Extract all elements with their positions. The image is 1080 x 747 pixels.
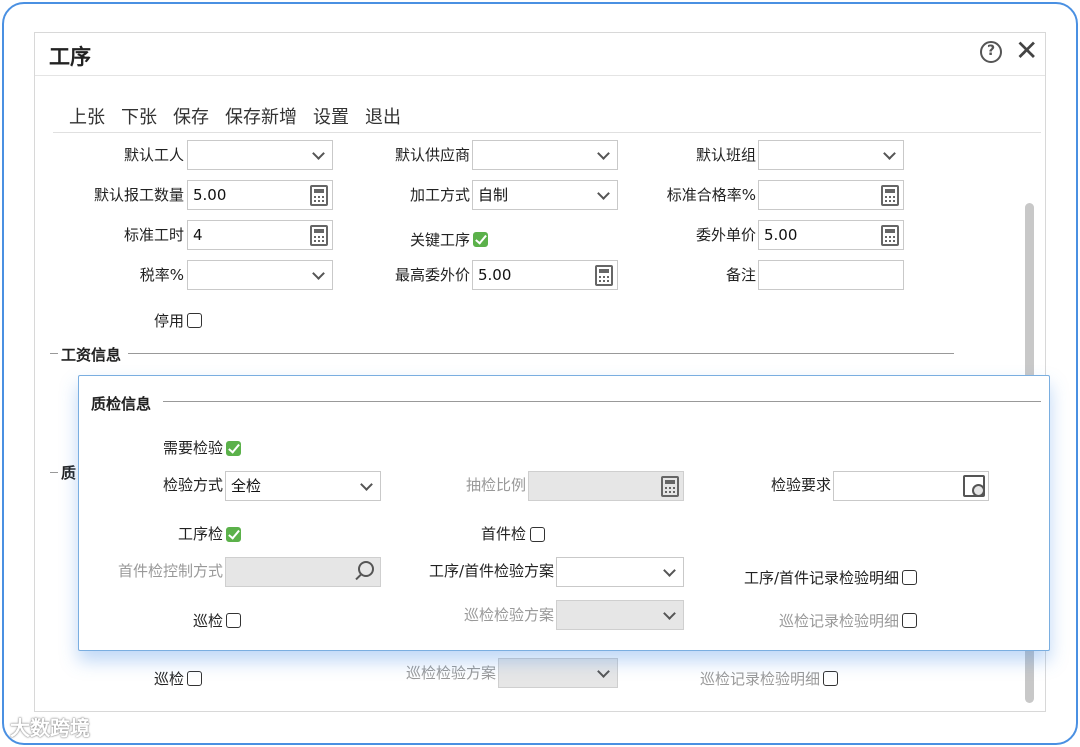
tax-rate-select[interactable] [187, 260, 333, 290]
patrol-record-detail-checkbox[interactable] [823, 671, 838, 686]
outsource-price-input[interactable]: 5.00 [758, 220, 904, 250]
first-control-label: 首件检控制方式 [117, 562, 223, 580]
tax-rate-label: 税率% [139, 266, 184, 284]
default-supplier-select[interactable] [472, 140, 618, 170]
remark-label: 备注 [725, 266, 756, 284]
search-icon[interactable] [358, 561, 374, 577]
dialog-title: 工序 [49, 45, 91, 69]
default-worker-label: 默认工人 [123, 146, 184, 164]
patrol-checkbox[interactable] [187, 671, 202, 686]
patrol-plan-label: 巡检检验方案 [405, 664, 496, 682]
patrol-plan-select[interactable] [498, 658, 618, 688]
section-rule-left [50, 353, 58, 354]
process-first-record-label: 工序/首件记录检验明细 [743, 569, 899, 587]
std-pass-rate-input[interactable] [758, 180, 904, 210]
std-hours-input[interactable]: 4 [187, 220, 333, 250]
chevron-down-icon [312, 147, 325, 160]
default-team-label: 默认班组 [695, 146, 756, 164]
sample-ratio-label: 抽检比例 [465, 476, 526, 494]
patrol-label: 巡检 [153, 670, 184, 688]
title-divider [35, 75, 1045, 76]
disabled-checkbox[interactable] [187, 313, 202, 328]
std-hours-label: 标准工时 [123, 226, 184, 244]
sample-ratio-input[interactable] [528, 471, 684, 501]
qc-patrol-record-label: 巡检记录检验明细 [778, 612, 899, 630]
prev-button[interactable]: 上张 [69, 103, 105, 129]
qc-section-title-partial: 质 [61, 464, 77, 482]
disabled-label: 停用 [153, 312, 184, 330]
document-search-icon[interactable] [963, 475, 985, 497]
wage-section-title: 工资信息 [61, 346, 122, 364]
qc-title-rule [163, 401, 1041, 402]
qc-patrol-record-checkbox[interactable] [902, 613, 917, 628]
patrol-record-detail-label: 巡检记录检验明细 [699, 670, 820, 688]
default-report-qty-input[interactable]: 5.00 [187, 180, 333, 210]
save-new-button[interactable]: 保存新增 [225, 103, 297, 129]
calculator-icon[interactable] [661, 476, 679, 497]
process-inspect-checkbox[interactable] [226, 527, 241, 542]
first-control-input[interactable] [225, 557, 381, 587]
close-icon[interactable]: ✕ [1015, 35, 1038, 67]
max-outsource-price-label: 最高委外价 [394, 266, 470, 284]
section-rule-left [50, 472, 58, 473]
chevron-down-icon [312, 267, 325, 280]
calculator-icon[interactable] [310, 185, 328, 206]
inspect-req-input[interactable] [833, 471, 989, 501]
process-first-plan-label: 工序/首件检验方案 [428, 562, 554, 580]
toolbar: 上张 下张 保存 保存新增 设置 退出 [69, 103, 401, 129]
process-first-record-checkbox[interactable] [902, 570, 917, 585]
chevron-down-icon [360, 478, 373, 491]
settings-button[interactable]: 设置 [313, 103, 349, 129]
default-team-select[interactable] [758, 140, 904, 170]
first-inspect-label: 首件检 [480, 525, 526, 543]
process-inspect-label: 工序检 [177, 525, 223, 543]
process-method-select[interactable]: 自制 [472, 180, 618, 210]
qc-patrol-checkbox[interactable] [226, 613, 241, 628]
chevron-down-icon [663, 564, 676, 577]
first-inspect-checkbox[interactable] [530, 527, 545, 542]
watermark-logo: 大数跨境 [10, 716, 90, 740]
inspect-method-label: 检验方式 [162, 476, 223, 494]
qc-patrol-label: 巡检 [192, 612, 223, 630]
process-method-label: 加工方式 [409, 186, 470, 204]
qc-patrol-plan-label: 巡检检验方案 [463, 606, 554, 624]
key-process-checkbox[interactable] [473, 232, 488, 247]
need-inspect-checkbox[interactable] [226, 441, 241, 456]
next-button[interactable]: 下张 [121, 103, 157, 129]
save-button[interactable]: 保存 [173, 103, 209, 129]
calculator-icon[interactable] [310, 225, 328, 246]
inspect-req-label: 检验要求 [770, 476, 831, 494]
outsource-price-label: 委外单价 [695, 226, 756, 244]
remark-input[interactable] [758, 260, 904, 290]
process-first-plan-select[interactable] [556, 557, 684, 587]
default-worker-select[interactable] [187, 140, 333, 170]
chevron-down-icon [597, 665, 610, 678]
qc-info-panel: 质检信息 需要检验 检验方式 全检 抽检比例 检验要求 工序检 首件检 首件检控… [78, 375, 1050, 651]
chevron-down-icon [883, 147, 896, 160]
toolbar-divider [53, 132, 1041, 133]
inspect-method-select[interactable]: 全检 [225, 471, 381, 501]
help-icon[interactable]: ? [980, 41, 1002, 63]
qc-panel-title: 质检信息 [91, 395, 152, 413]
chevron-down-icon [663, 607, 676, 620]
max-outsource-price-input[interactable]: 5.00 [472, 260, 618, 290]
chevron-down-icon [597, 147, 610, 160]
calculator-icon[interactable] [881, 225, 899, 246]
key-process-label: 关键工序 [409, 231, 470, 249]
chevron-down-icon [597, 187, 610, 200]
std-pass-rate-label: 标准合格率% [666, 186, 756, 204]
calculator-icon[interactable] [595, 265, 613, 286]
need-inspect-label: 需要检验 [162, 439, 223, 457]
section-rule [128, 353, 954, 354]
calculator-icon[interactable] [881, 185, 899, 206]
default-supplier-label: 默认供应商 [394, 146, 470, 164]
default-report-qty-label: 默认报工数量 [93, 186, 184, 204]
exit-button[interactable]: 退出 [365, 103, 401, 129]
qc-patrol-plan-select[interactable] [556, 600, 684, 630]
